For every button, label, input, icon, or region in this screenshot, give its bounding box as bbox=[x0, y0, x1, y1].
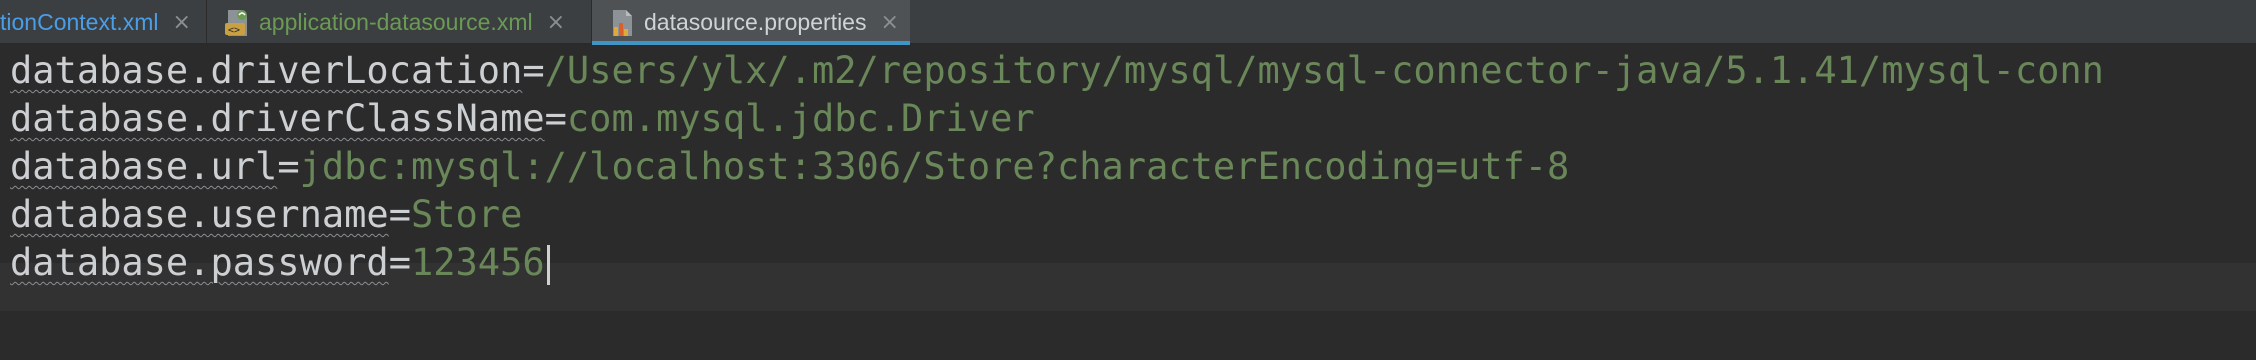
property-value: /Users/ylx/.m2/repository/mysql/mysql-co… bbox=[544, 49, 2104, 92]
property-key: database.driverClassName bbox=[10, 97, 545, 140]
property-key: database.password bbox=[10, 241, 389, 284]
code-line[interactable]: database.driverLocation=/Users/ylx/.m2/r… bbox=[10, 47, 2104, 95]
spring-xml-file-icon: <> bbox=[225, 9, 249, 37]
code-line[interactable]: database.password=123456 bbox=[10, 239, 550, 287]
tab-application-datasource-xml[interactable]: <> application-datasource.xml × bbox=[207, 0, 591, 45]
property-separator: = bbox=[277, 145, 300, 188]
ide-window: tionContext.xml × <> application-datasou… bbox=[0, 0, 2256, 360]
property-separator: = bbox=[388, 193, 411, 236]
property-key: database.url bbox=[10, 145, 278, 188]
property-separator: = bbox=[522, 49, 545, 92]
tab-label: datasource.properties bbox=[644, 9, 867, 35]
property-key: database.driverLocation bbox=[10, 49, 523, 92]
property-key: database.username bbox=[10, 193, 389, 236]
active-tab-indicator bbox=[592, 41, 910, 45]
property-value: com.mysql.jdbc.Driver bbox=[566, 97, 1035, 140]
property-value: 123456 bbox=[410, 241, 545, 284]
close-icon[interactable]: × bbox=[547, 10, 565, 35]
code-line[interactable]: database.driverClassName=com.mysql.jdbc.… bbox=[10, 95, 1035, 143]
tab-label: application-datasource.xml bbox=[259, 9, 533, 35]
tab-application-context-xml[interactable]: tionContext.xml × bbox=[0, 0, 200, 45]
close-icon[interactable]: × bbox=[173, 10, 191, 35]
property-value: Store bbox=[410, 193, 523, 236]
text-caret bbox=[546, 244, 550, 285]
code-line[interactable]: database.username=Store bbox=[10, 191, 522, 239]
tab-datasource-properties[interactable]: datasource.properties × bbox=[592, 0, 910, 45]
tab-label: tionContext.xml bbox=[0, 9, 159, 35]
properties-file-icon bbox=[610, 9, 634, 37]
code-editor[interactable]: database.driverLocation=/Users/ylx/.m2/r… bbox=[0, 47, 2256, 360]
property-value: jdbc:mysql://localhost:3306/Store?charac… bbox=[299, 145, 1570, 188]
property-separator: = bbox=[388, 241, 411, 284]
property-separator: = bbox=[544, 97, 567, 140]
svg-text:<>: <> bbox=[228, 25, 240, 36]
editor-tab-bar: tionContext.xml × <> application-datasou… bbox=[0, 0, 2256, 45]
code-line[interactable]: database.url=jdbc:mysql://localhost:3306… bbox=[10, 143, 1569, 191]
close-icon[interactable]: × bbox=[880, 10, 898, 35]
